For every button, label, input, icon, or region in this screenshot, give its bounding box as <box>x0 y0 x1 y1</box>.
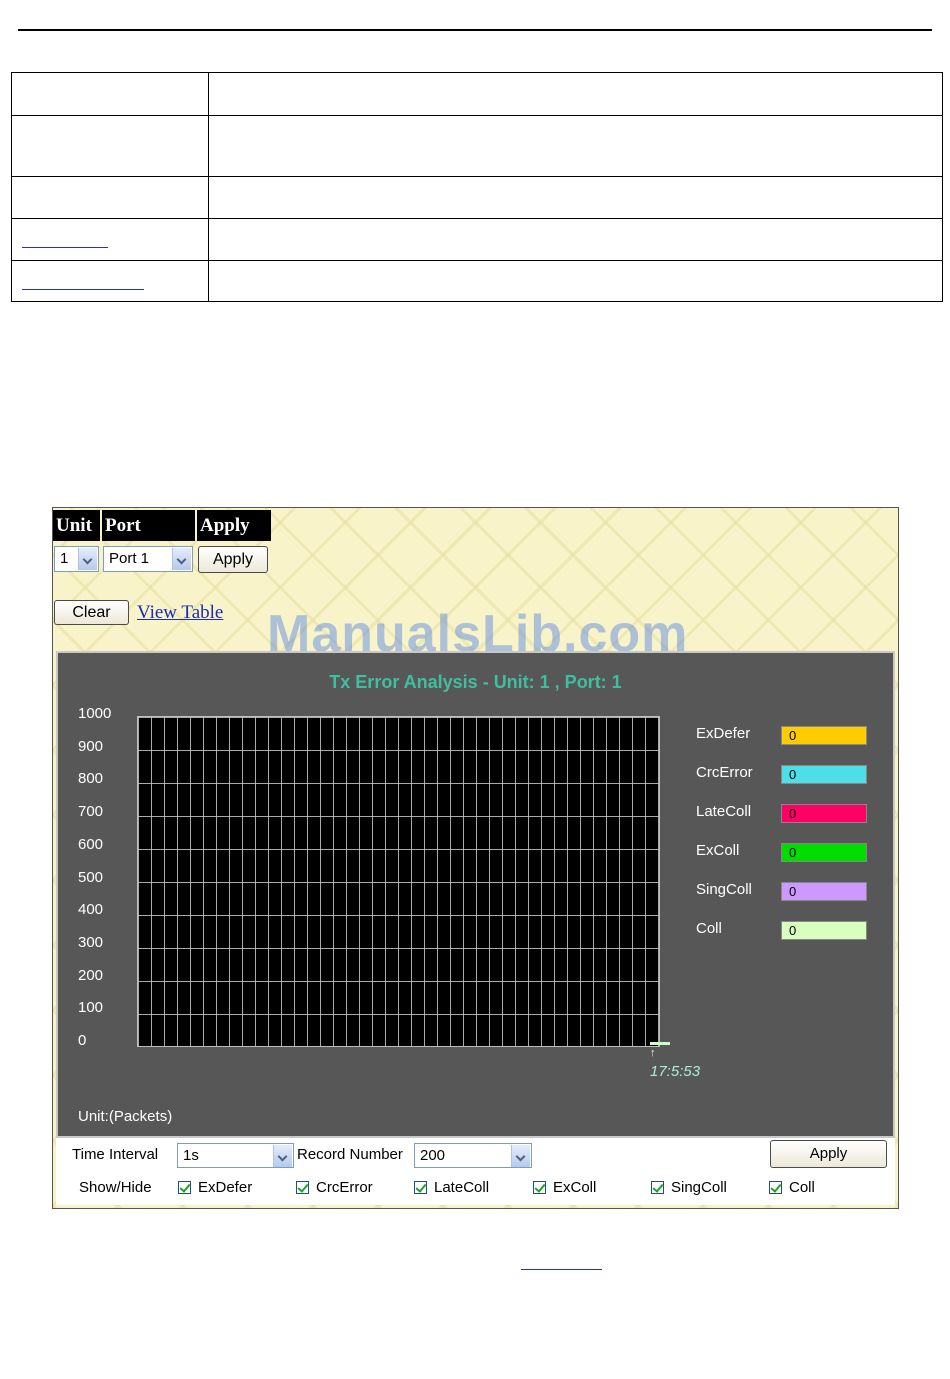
legend-label: ExDefer <box>696 725 751 742</box>
checkbox-latecoll[interactable] <box>414 1181 427 1194</box>
y-tick-label: 700 <box>78 803 104 821</box>
clear-button[interactable]: Clear <box>54 600 129 625</box>
legend-label: Coll <box>696 920 722 937</box>
table-row <box>11 218 943 261</box>
checkbox-label: LateColl <box>434 1179 490 1196</box>
chart-title: Tx Error Analysis - Unit: 1 , Port: 1 <box>329 672 622 692</box>
graph-area: Tx Error Analysis - Unit: 1 , Port: 1 10… <box>56 651 895 1138</box>
legend-label: ExColl <box>696 842 740 859</box>
y-tick-label: 300 <box>78 933 104 951</box>
port-select-value: Port 1 <box>109 550 150 567</box>
x-tick-label: 17:5:53 <box>650 1063 701 1080</box>
chevron-down-icon[interactable] <box>273 1145 292 1167</box>
y-tick-label: 100 <box>78 999 104 1017</box>
legend-label: LateColl <box>696 803 752 820</box>
legend-label: CrcError <box>696 764 753 781</box>
table-row <box>11 72 943 116</box>
legend-value-box: 0 <box>781 765 867 784</box>
table-link[interactable] <box>22 288 144 290</box>
checkbox-exdefer[interactable] <box>178 1181 191 1194</box>
up-arrow-icon: ↑ <box>650 1047 656 1059</box>
checkbox-singcoll[interactable] <box>651 1181 664 1194</box>
time-interval-label: Time Interval <box>72 1146 159 1163</box>
legend-value-box: 0 <box>781 882 867 901</box>
y-tick-label: 800 <box>78 770 104 788</box>
table-row <box>11 115 943 177</box>
checkbox-excoll[interactable] <box>533 1181 546 1194</box>
legend-label: SingColl <box>696 881 752 898</box>
current-time-marker <box>650 1042 670 1045</box>
checkbox-label: CrcError <box>316 1179 373 1196</box>
tx-error-analysis-screenshot: Unit Port Apply 1 Port 1 Apply Clear Vie… <box>52 507 899 1209</box>
y-tick-label: 600 <box>78 835 104 853</box>
checkbox-label: Coll <box>789 1179 815 1196</box>
apply-header: Apply <box>197 510 271 541</box>
legend-value-box: 0 <box>781 843 867 862</box>
y-tick-label: 900 <box>78 737 104 755</box>
checkbox-label: ExDefer <box>198 1179 253 1196</box>
y-tick-label: 500 <box>78 868 104 886</box>
table-link[interactable] <box>22 246 108 248</box>
bottom-link[interactable] <box>521 1269 602 1270</box>
y-tick-label: 0 <box>78 1032 87 1049</box>
chevron-down-icon[interactable] <box>172 548 191 570</box>
legend-value-box: 0 <box>781 921 867 940</box>
checkbox-coll[interactable] <box>769 1181 782 1194</box>
table-row <box>11 176 943 219</box>
units-label: Unit:(Packets) <box>78 1108 173 1125</box>
plot-area <box>137 716 660 1047</box>
apply-button[interactable]: Apply <box>198 546 268 573</box>
record-number-select[interactable]: 200 <box>414 1143 532 1168</box>
checkbox-label: SingColl <box>671 1179 727 1196</box>
time-interval-value: 1s <box>183 1147 199 1164</box>
chevron-down-icon[interactable] <box>78 548 97 570</box>
show-hide-label: Show/Hide <box>79 1179 152 1196</box>
unit-select-value: 1 <box>60 550 69 567</box>
port-header: Port <box>102 510 195 541</box>
graph-apply-button[interactable]: Apply <box>770 1140 887 1168</box>
time-interval-select[interactable]: 1s <box>177 1143 294 1168</box>
top-rule <box>18 29 932 31</box>
unit-select[interactable]: 1 <box>54 546 99 572</box>
legend-value-box: 0 <box>781 804 867 823</box>
checkbox-label: ExColl <box>553 1179 597 1196</box>
description-table <box>11 72 943 302</box>
port-select[interactable]: Port 1 <box>103 546 193 572</box>
record-number-value: 200 <box>420 1147 446 1164</box>
y-tick-label: 1000 <box>78 705 112 722</box>
graph-controls: Time Interval 1s Record Number 200 Apply… <box>56 1138 895 1205</box>
record-number-label: Record Number <box>297 1146 403 1163</box>
checkbox-crcerror[interactable] <box>296 1181 309 1194</box>
chevron-down-icon[interactable] <box>511 1145 530 1167</box>
unit-header: Unit <box>53 510 100 541</box>
table-row <box>11 260 943 302</box>
y-tick-label: 400 <box>78 901 104 919</box>
legend-value-box: 0 <box>781 726 867 745</box>
y-tick-label: 200 <box>78 966 104 984</box>
view-table-link[interactable]: View Table <box>137 602 223 624</box>
